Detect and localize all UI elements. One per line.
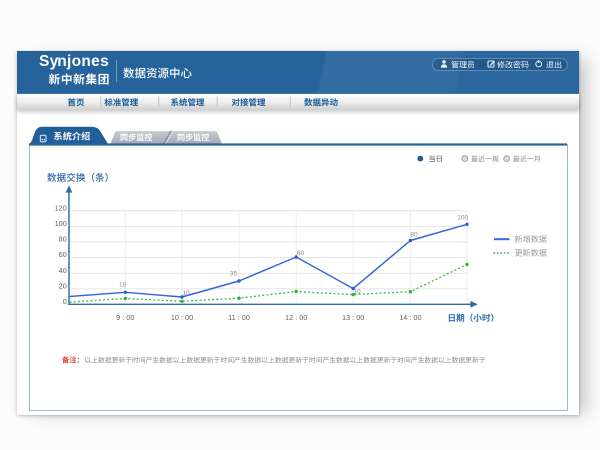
svg-text:12 : 00: 12 : 00 (285, 313, 307, 322)
svg-text:20: 20 (59, 281, 67, 290)
svg-text:10: 10 (182, 290, 190, 297)
svg-text:80: 80 (410, 232, 418, 239)
svg-text:60: 60 (59, 250, 67, 259)
svg-text:40: 40 (59, 266, 67, 275)
svg-text:100: 100 (55, 219, 67, 228)
svg-text:80: 80 (59, 235, 67, 244)
svg-text:10: 10 (353, 289, 361, 296)
svg-text:35: 35 (230, 271, 238, 278)
svg-text:13 : 00: 13 : 00 (342, 313, 364, 322)
svg-text:14 : 00: 14 : 00 (399, 313, 421, 322)
svg-text:120: 120 (55, 203, 67, 212)
svg-text:18: 18 (119, 282, 127, 289)
svg-text:0: 0 (63, 297, 67, 306)
svg-text:60: 60 (297, 250, 305, 257)
svg-text:10 : 00: 10 : 00 (171, 313, 193, 322)
svg-text:9 : 00: 9 : 00 (116, 313, 134, 322)
svg-text:11 : 00: 11 : 00 (228, 313, 250, 322)
svg-text:100: 100 (457, 214, 468, 221)
